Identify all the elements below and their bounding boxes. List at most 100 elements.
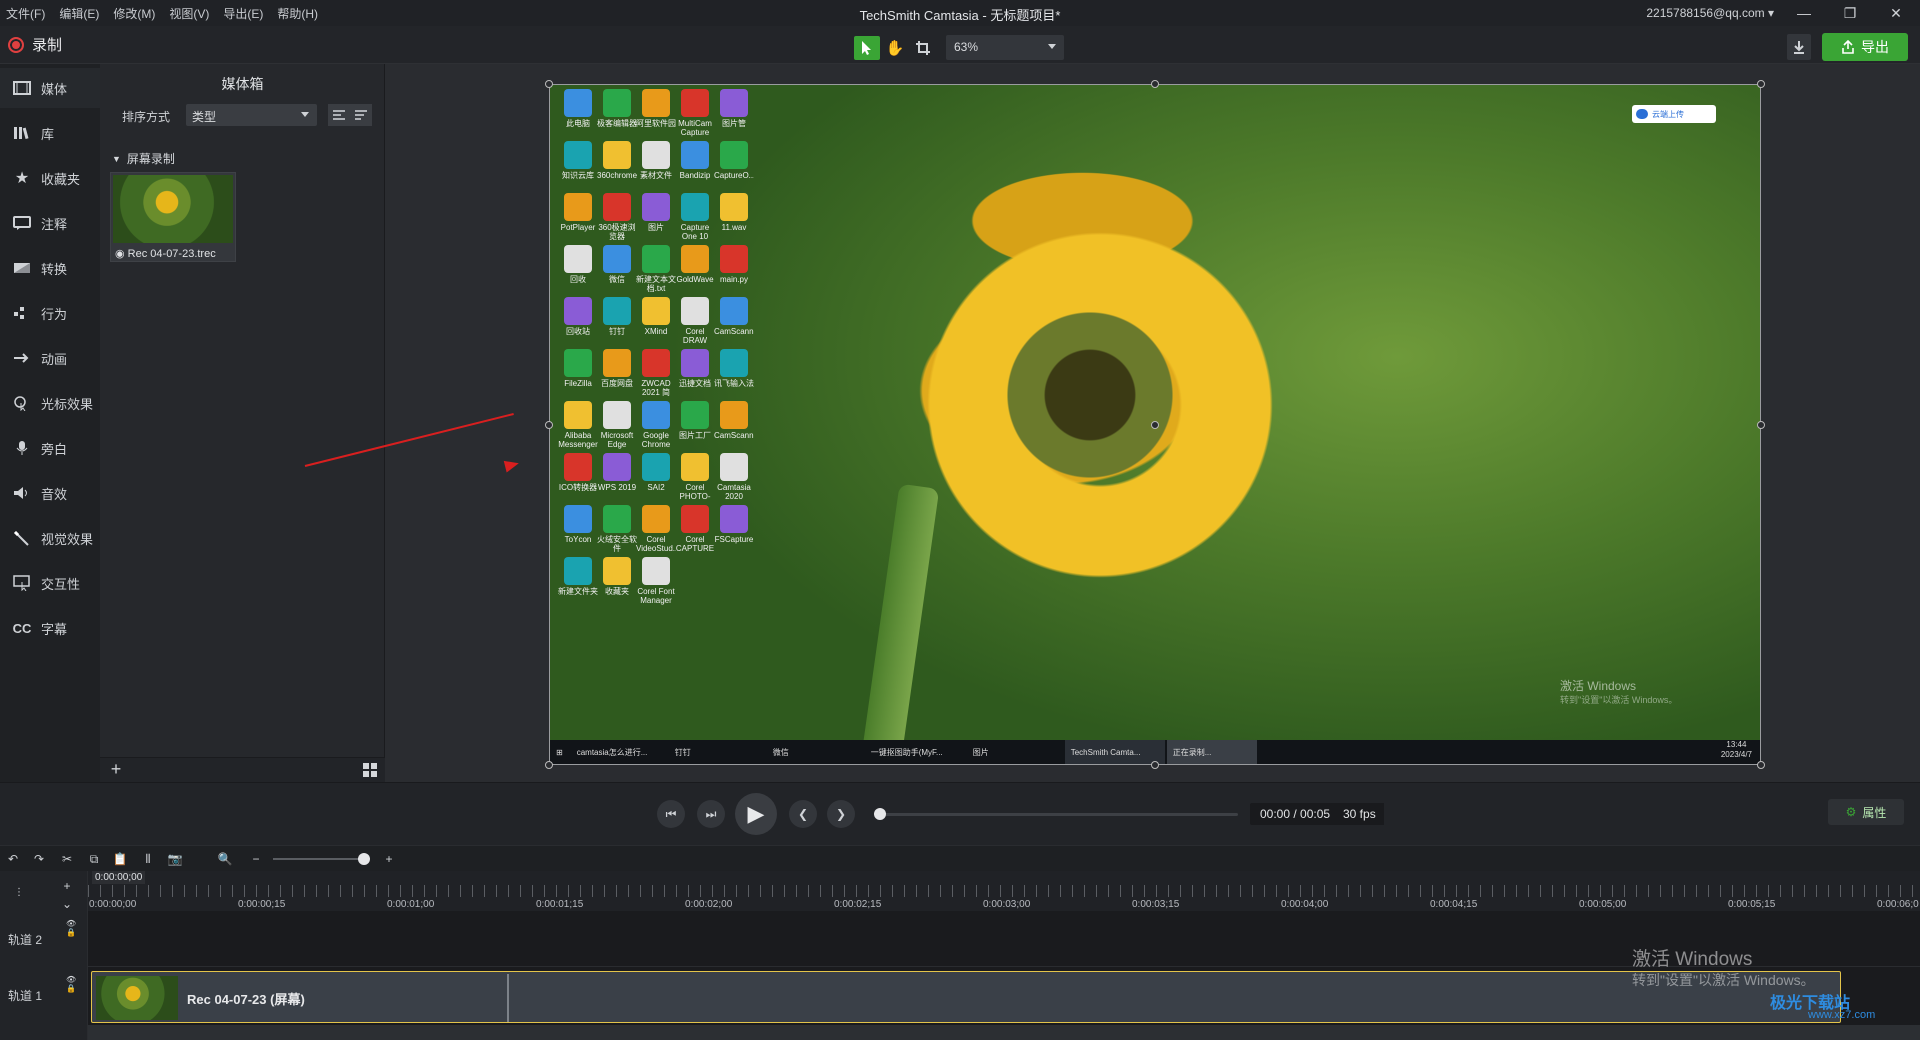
desktop-icon-label: 11.wav [721,223,747,232]
media-item[interactable]: ◉ Rec 04-07-23.trec [110,172,236,262]
app-icon [564,557,592,585]
sidebar-item-favorites[interactable]: ★ 收藏夹 [0,158,100,198]
resize-handle[interactable] [1151,80,1159,88]
track-1-controls[interactable]: 👁 🔒 [66,975,78,1015]
paste-button[interactable]: 📋 [111,850,129,868]
sidebar-item-captions[interactable]: CC 字幕 [0,608,100,648]
resize-handle[interactable] [1757,421,1765,429]
bin-group-header[interactable]: ▼ 屏幕录制 [112,150,175,167]
zoom-fit-button[interactable]: 🔍 [216,850,234,868]
ruler-tick-label: 0:00:06;0 [1877,899,1919,910]
resize-handle[interactable] [1757,80,1765,88]
thumbnail-view-button[interactable] [361,762,379,778]
maximize-button[interactable]: ❐ [1828,0,1872,26]
pan-tool-button[interactable]: ✋ [882,36,908,60]
previous-clip-button[interactable]: ⏮ [657,800,685,828]
track-2-controls[interactable]: 👁 🔒 [66,919,78,959]
app-icon [564,401,592,429]
sidebar-item-transitions[interactable]: 转换 [0,248,100,288]
properties-button[interactable]: ⚙ 属性 [1828,799,1904,825]
title-bar: 文件(F) 编辑(E) 修改(M) 视图(V) 导出(E) 帮助(H) Tech… [0,0,1920,26]
desktop-icon-label: 回收 [570,275,586,284]
sidebar-item-interactivity[interactable]: 交互性 [0,563,100,603]
desktop-icon: 图片管 [714,89,754,137]
menu-modify[interactable]: 修改(M) [113,5,155,22]
sidebar-item-voice-narration[interactable]: 旁白 [0,428,100,468]
next-marker-button[interactable]: ❯ [827,800,855,828]
details-view-button[interactable] [328,104,350,126]
magnet-snap-button[interactable]: ⋮ [10,883,28,901]
resize-handle[interactable] [1151,761,1159,769]
redo-button[interactable]: ↷ [30,850,48,868]
undo-button[interactable]: ↶ [4,850,22,868]
sort-select[interactable]: 类型 [186,104,317,126]
copy-button[interactable]: ⧉ [85,850,103,868]
timeline-zoom-slider[interactable] [273,858,369,860]
zoom-out-button[interactable]: − [247,850,265,868]
zoom-select[interactable]: 63% [946,35,1064,60]
add-track-button[interactable]: + [58,877,76,895]
resize-handle[interactable] [1757,761,1765,769]
snapshot-button[interactable]: 📷 [166,850,184,868]
desktop-icon-label: 360chrome [597,171,637,180]
sidebar-item-behaviors[interactable]: 行为 [0,293,100,333]
close-button[interactable]: ✕ [1874,0,1918,26]
select-tool-button[interactable] [854,36,880,60]
add-media-button[interactable]: + [106,760,126,780]
desktop-icon-label: Corel PHOTO-P... [679,483,711,501]
download-button[interactable] [1787,34,1811,60]
scrubber-knob[interactable] [874,808,886,820]
menu-view[interactable]: 视图(V) [169,5,209,22]
sidebar-item-animations[interactable]: 动画 [0,338,100,378]
desktop-icon-label: Microsoft Edge [600,431,634,449]
desktop-icon: MultiCam Capture Lite [675,89,715,137]
resize-handle[interactable] [545,80,553,88]
sidebar-item-audio-effects[interactable]: 音效 [0,473,100,513]
ruler-tick-label: 0:00:05;00 [1579,899,1627,910]
sidebar-item-label: 注释 [41,216,68,232]
app-icon [564,245,592,273]
desktop-icon: WPS 2019 [597,453,637,501]
time-display: 00:00 / 00:05 [1250,803,1341,825]
desktop-icon: SAI2 [636,453,676,501]
timeline-ruler[interactable]: 0:00:00;00 0:00:00;00 0:00:00;15 0:00:01;0… [88,871,1920,911]
sunflower-center [990,285,1190,505]
library-icon [12,125,32,141]
previous-marker-button[interactable]: ❮ [789,800,817,828]
minimize-button[interactable]: — [1782,0,1826,26]
menu-help[interactable]: 帮助(H) [277,5,318,22]
menu-file[interactable]: 文件(F) [6,5,45,22]
sidebar-item-cursor-effects[interactable]: 光标效果 [0,383,100,423]
sidebar-item-library[interactable]: 库 [0,113,100,153]
record-button[interactable]: 录制 [8,34,62,55]
magnifier-icon: 🔍 [217,852,233,866]
cut-button[interactable]: ✂ [58,850,76,868]
step-frame-button[interactable]: ⏭ [697,800,725,828]
sidebar-item-visual-effects[interactable]: 视觉效果 [0,518,100,558]
timeline-clip[interactable]: Rec 04-07-23 (屏幕) [91,971,1841,1023]
menu-export[interactable]: 导出(E) [223,5,263,22]
sidebar-item-media[interactable]: 媒体 [0,68,100,108]
playback-scrubber[interactable] [874,808,1238,820]
export-button[interactable]: 导出 [1822,33,1908,61]
app-icon [642,557,670,585]
menu-edit[interactable]: 编辑(E) [59,5,99,22]
timeline-scrollbar[interactable] [88,1025,1920,1040]
timeline-zoom-knob[interactable] [358,853,370,865]
desktop-icon-label: Alibaba Messenger [558,431,598,449]
resize-handle[interactable] [545,421,553,429]
track-label: 轨道 1 [8,988,43,1003]
crop-tool-button[interactable] [910,36,936,60]
sidebar-item-annotations[interactable]: 注释 [0,203,100,243]
main-toolbar: 录制 ✋ 63% 导出 [0,26,1920,64]
chevron-right-icon: ❯ [835,807,847,821]
account-menu[interactable]: 2215788156@qq.com ▾ [1646,6,1774,20]
play-button[interactable]: ▶ [735,793,777,835]
playhead-time[interactable]: 0:00:00;00 [92,871,146,884]
rotate-handle[interactable] [1151,421,1159,429]
zoom-in-button[interactable]: + [380,850,398,868]
split-button[interactable]: ⫴ [139,850,157,868]
desktop-icon: Bandizip [675,141,715,189]
sort-order-button[interactable] [350,104,372,126]
resize-handle[interactable] [545,761,553,769]
